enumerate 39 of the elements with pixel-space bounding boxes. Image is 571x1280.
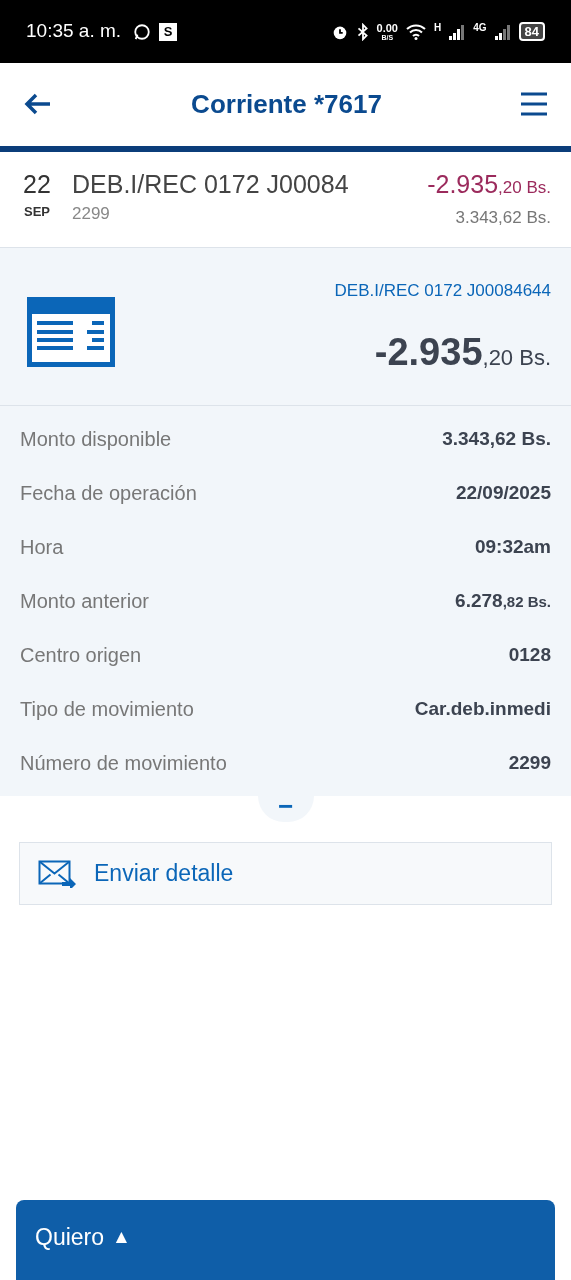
- detail-value: 0128: [508, 642, 551, 667]
- app-badge: S: [159, 22, 178, 41]
- network-type: 4G: [473, 21, 487, 35]
- signal-icon: [449, 23, 466, 40]
- detail-value: 6.278,82 Bs.: [455, 588, 551, 613]
- collapse-button[interactable]: −: [257, 796, 314, 822]
- detail-value: 09:32am: [474, 534, 551, 559]
- detail-value: 3.343,62 Bs.: [442, 426, 551, 451]
- detail-title: DEB.I/REC 0172 J00084644: [334, 280, 551, 302]
- detail-value: 22/09/2025: [455, 480, 551, 505]
- detail-value: Car.deb.inmedi: [414, 696, 551, 721]
- status-time: 10:35 a. m.: [26, 19, 122, 44]
- transaction-amount: -2.935,20 Bs.: [427, 170, 551, 200]
- detail-label: Hora: [20, 535, 64, 560]
- send-detail-button[interactable]: Enviar detalle: [19, 842, 552, 905]
- transaction-reference: 2299: [72, 203, 111, 225]
- transaction-description: DEB.I/REC 0172 J00084: [72, 170, 350, 198]
- detail-label: Monto anterior: [20, 589, 149, 614]
- detail-value: 2299: [508, 750, 551, 775]
- detail-amount: -2.935,20 Bs.: [374, 329, 551, 375]
- battery-indicator: 84: [518, 22, 545, 41]
- date-month: SEP: [24, 203, 50, 221]
- network-type: H: [433, 21, 442, 35]
- date-day: 22: [23, 170, 51, 198]
- menu-icon[interactable]: [521, 92, 547, 116]
- page-title: Corriente *7617: [191, 87, 382, 121]
- bluetooth-icon: [356, 22, 369, 41]
- statement-icon: [26, 295, 116, 368]
- balance-amount: 3.343,62 Bs.: [455, 207, 551, 229]
- back-arrow-icon[interactable]: [24, 93, 52, 115]
- detail-label: Fecha de operación: [20, 481, 197, 506]
- detail-label: Centro origen: [20, 643, 142, 668]
- detail-label: Monto disponible: [20, 427, 172, 452]
- wifi-icon: [405, 23, 426, 40]
- quiero-bar[interactable]: Quiero ▲: [16, 1200, 555, 1280]
- detail-label: Número de movimiento: [20, 751, 227, 776]
- mail-send-icon: [38, 859, 76, 888]
- signal-icon: [494, 23, 511, 40]
- detail-label: Tipo de movimiento: [20, 697, 194, 722]
